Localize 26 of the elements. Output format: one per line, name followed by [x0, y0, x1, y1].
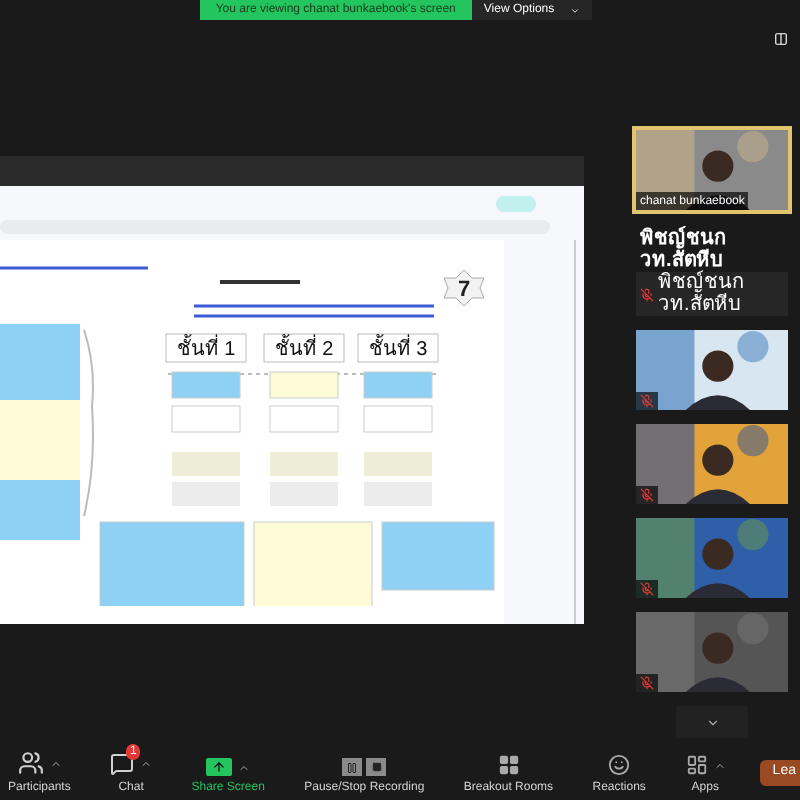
caret-icon[interactable]: [238, 761, 251, 773]
caret-icon[interactable]: [713, 759, 726, 771]
apps-icon: [685, 754, 708, 776]
badge-seal: 7: [443, 269, 485, 307]
reactions-icon: [608, 754, 631, 776]
note-box: [253, 521, 373, 606]
note-box: [381, 521, 495, 591]
level-heading: ชั้นที่ 1: [165, 333, 247, 363]
pause-stop-icon: [342, 758, 387, 776]
chevron-down-icon: [705, 715, 719, 729]
title-line-drawing: [220, 280, 300, 284]
caret-icon: [570, 5, 581, 15]
level-heading: ชั้นที่ 3: [357, 333, 439, 363]
chat-icon: [110, 752, 135, 776]
level-heading: ชั้นที่ 2: [263, 333, 345, 363]
caret-icon[interactable]: [49, 757, 62, 769]
participants-icon: [17, 750, 44, 776]
share-screen-icon: [206, 758, 233, 776]
participant-name: พิชญ์ชนก วท.สัตหีบ: [658, 272, 746, 316]
breakout-rooms-icon: [497, 754, 520, 776]
column-boxes-drawing: [171, 371, 241, 506]
column-boxes-drawing: [269, 371, 339, 506]
caret-icon[interactable]: [140, 758, 153, 770]
layout-icon[interactable]: [774, 32, 788, 46]
participant-name-display: พิชญ์ชนก วท.สัตหีบ: [638, 224, 726, 272]
column-boxes-drawing: [363, 371, 433, 506]
